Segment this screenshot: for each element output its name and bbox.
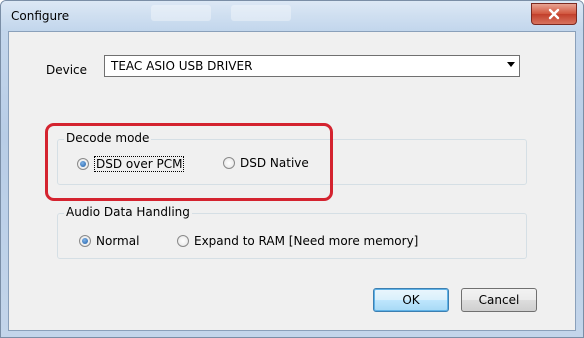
close-button[interactable]: [531, 3, 577, 25]
audio-option-expand-to-ram[interactable]: Expand to RAM [Need more memory]: [177, 234, 418, 248]
background-title-ghost: [151, 5, 211, 21]
window-title: Configure: [11, 9, 70, 23]
audio-option-label: Normal: [96, 234, 140, 248]
ok-button[interactable]: OK: [373, 288, 449, 312]
device-dropdown-value: TEAC ASIO USB DRIVER: [111, 59, 253, 73]
cancel-button[interactable]: Cancel: [461, 288, 537, 312]
audio-option-label: Expand to RAM [Need more memory]: [194, 234, 419, 248]
chevron-down-icon: [507, 62, 515, 67]
device-label: Device: [46, 63, 88, 77]
background-title-ghost: [231, 5, 291, 21]
radio-unselected-icon[interactable]: [177, 235, 189, 247]
configure-dialog: Configure Device TEAC ASIO USB DRIVER De…: [0, 0, 584, 338]
audio-option-normal[interactable]: Normal: [79, 234, 139, 248]
close-icon: [548, 8, 560, 20]
audio-data-handling-title: Audio Data Handling: [64, 205, 192, 219]
title-bar[interactable]: Configure: [1, 1, 583, 31]
device-dropdown[interactable]: TEAC ASIO USB DRIVER: [104, 55, 520, 77]
radio-selected-icon[interactable]: [79, 235, 91, 247]
decode-mode-highlight-annotation: [45, 123, 333, 201]
